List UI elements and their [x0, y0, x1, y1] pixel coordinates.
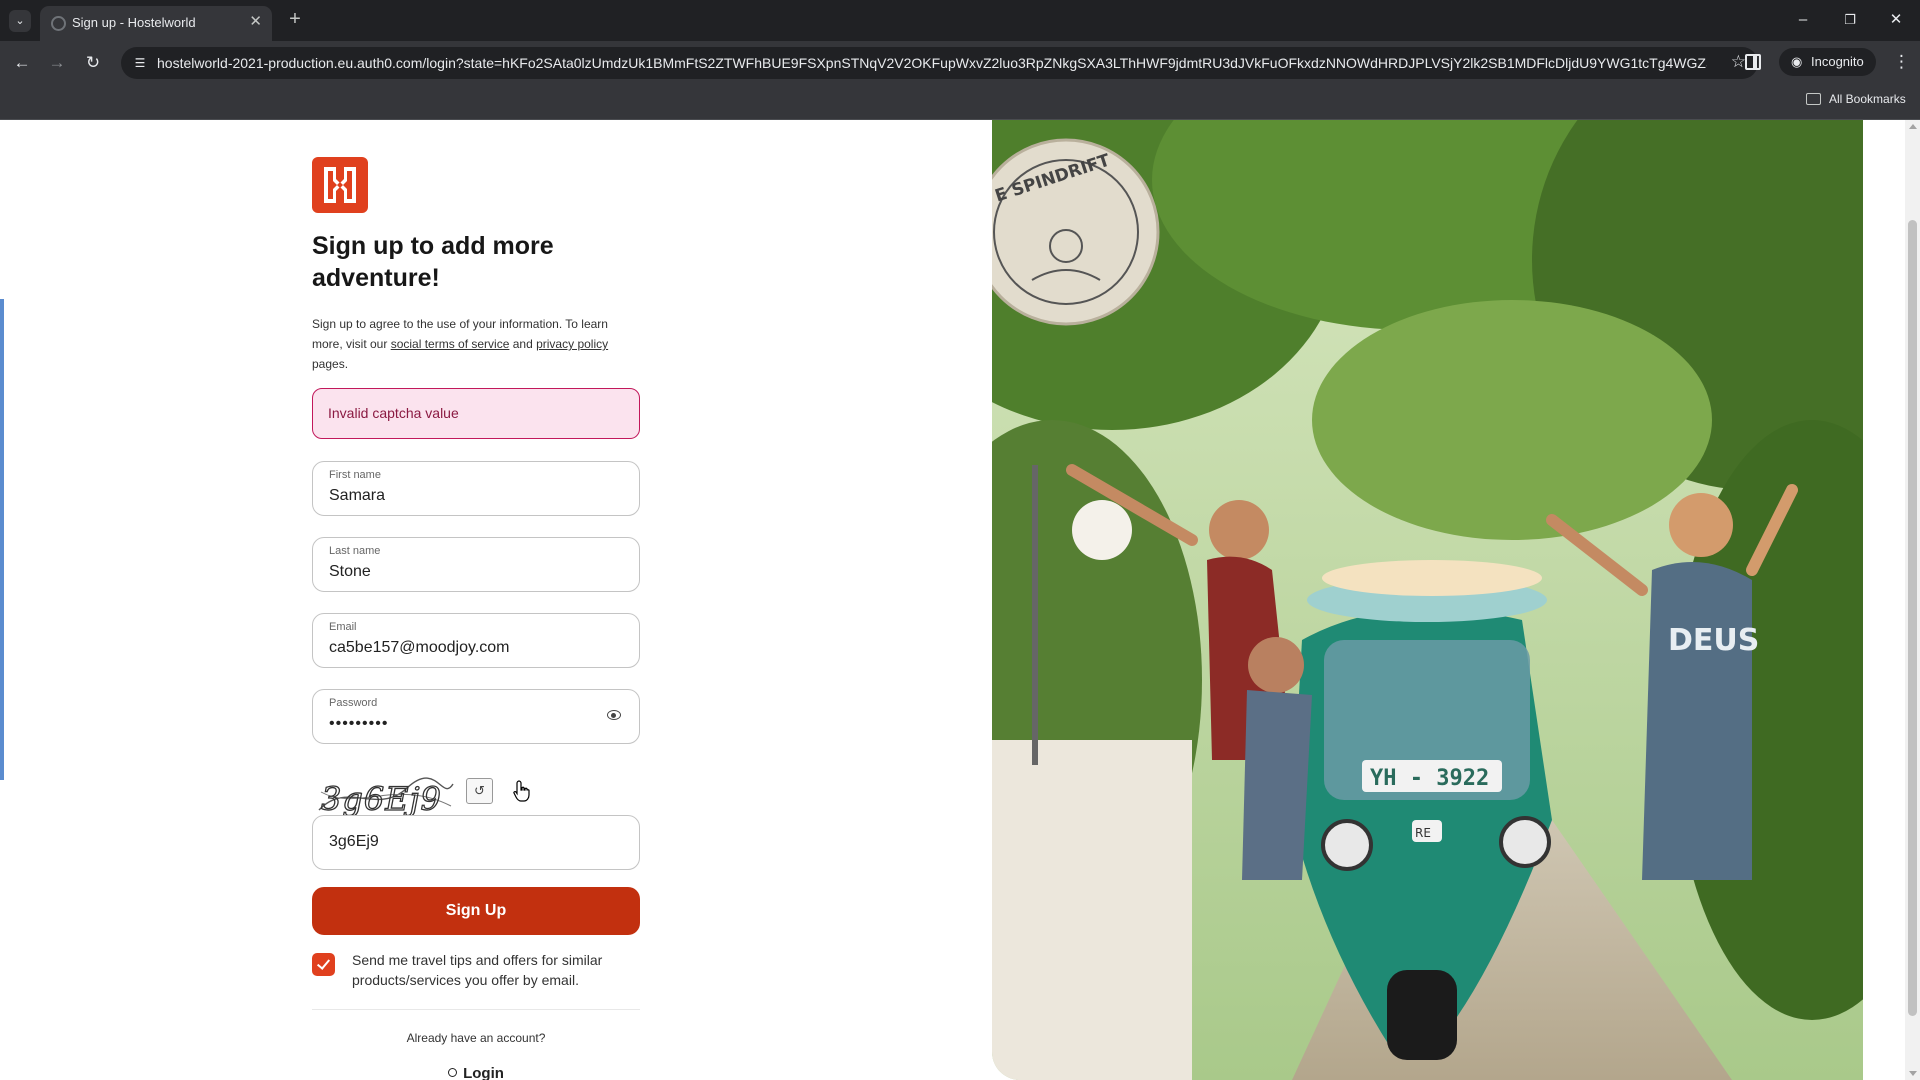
url-text[interactable]: hostelworld-2021-production.eu.auth0.com…: [157, 55, 1707, 71]
last-name-value[interactable]: Stone: [329, 563, 371, 581]
svg-text:YH - 3922: YH - 3922: [1370, 766, 1489, 791]
incognito-icon: ◉: [1791, 54, 1803, 69]
incognito-label: Incognito: [1811, 54, 1864, 69]
first-name-field[interactable]: First name Samara: [312, 461, 640, 516]
legal-middle: and: [509, 337, 537, 351]
divider: [312, 1009, 640, 1010]
bookmark-star-icon[interactable]: ☆: [1731, 52, 1746, 72]
scroll-down-icon[interactable]: [1909, 1071, 1917, 1076]
restore-icon[interactable]: ❐: [1838, 8, 1862, 32]
password-label: Password: [329, 697, 378, 709]
captcha-error-alert: Invalid captcha value: [312, 388, 640, 439]
svg-text:RE: RE: [1415, 826, 1431, 840]
new-tab-icon[interactable]: +: [283, 7, 307, 31]
scroll-up-icon[interactable]: [1909, 124, 1917, 129]
email-value[interactable]: ca5be157@moodjoy.com: [329, 639, 510, 657]
user-icon: [448, 1068, 458, 1077]
last-name-field[interactable]: Last name Stone: [312, 537, 640, 592]
social-terms-link[interactable]: social terms of service: [391, 337, 510, 351]
first-name-value[interactable]: Samara: [329, 487, 385, 505]
marketing-opt-in-label[interactable]: Send me travel tips and offers for simil…: [352, 950, 640, 990]
last-name-label: Last name: [329, 545, 381, 557]
captcha-refresh-icon[interactable]: ↺: [466, 778, 493, 804]
first-name-label: First name: [329, 469, 381, 481]
side-panel-icon[interactable]: [1745, 54, 1761, 70]
folder-icon: [1806, 93, 1821, 105]
marketing-opt-in-checkbox[interactable]: [312, 953, 335, 976]
page-title: Sign up to add more adventure!: [312, 232, 554, 292]
login-label: Login: [463, 1065, 504, 1080]
email-field[interactable]: Email ca5be157@moodjoy.com: [312, 613, 640, 668]
browser-toolbar: ← → ↻ ☰ hostelworld-2021-production.eu.a…: [0, 41, 1920, 84]
site-info-icon[interactable]: ☰: [131, 54, 149, 72]
svg-text:DEUS: DEUS: [1668, 623, 1759, 658]
tab-search-icon[interactable]: ⌄: [9, 10, 31, 32]
minimize-icon[interactable]: –: [1791, 8, 1815, 32]
window-close-icon[interactable]: ✕: [1884, 8, 1908, 32]
tab-favicon-icon: [51, 16, 66, 31]
scrollbar-thumb[interactable]: [1908, 220, 1917, 1016]
password-value[interactable]: •••••••••: [329, 715, 388, 733]
hostelworld-logo: [312, 157, 368, 213]
already-account-text: Already have an account?: [406, 1031, 546, 1045]
browser-menu-icon[interactable]: ⋮: [1893, 50, 1910, 74]
forward-icon[interactable]: →: [44, 50, 70, 76]
hand-cursor-icon: [513, 780, 530, 802]
password-field[interactable]: Password •••••••••: [312, 689, 640, 744]
bookmarks-bar: [0, 84, 1920, 120]
captcha-text: 3g6Ej9: [321, 780, 442, 818]
hero-image: E SPINDRIFT YH - 3922 RE DEUS: [992, 120, 1863, 1080]
tab-close-icon[interactable]: ✕: [249, 14, 262, 30]
page-content: Sign up to add more adventure! Sign up t…: [0, 120, 1920, 1080]
legal-notice: Sign up to agree to the use of your info…: [312, 314, 640, 374]
captcha-input-value[interactable]: 3g6Ej9: [329, 833, 379, 851]
show-password-icon[interactable]: [607, 710, 621, 720]
email-label: Email: [329, 621, 357, 633]
incognito-badge[interactable]: ◉ Incognito: [1779, 48, 1876, 76]
legal-suffix: pages.: [312, 357, 349, 371]
sign-up-button[interactable]: Sign Up: [312, 887, 640, 935]
all-bookmarks-link[interactable]: All Bookmarks: [1829, 92, 1906, 106]
page-scrollbar[interactable]: [1905, 120, 1920, 1080]
browser-tab-strip: ⌄ Sign up - Hostelworld ✕ + – ❐ ✕: [0, 0, 1920, 41]
browser-tab[interactable]: Sign up - Hostelworld ✕: [40, 6, 272, 41]
login-link[interactable]: Login: [312, 1065, 640, 1080]
privacy-policy-link[interactable]: privacy policy: [536, 337, 608, 351]
address-bar[interactable]: ☰ hostelworld-2021-production.eu.auth0.c…: [121, 47, 1758, 79]
back-icon[interactable]: ←: [9, 50, 35, 76]
left-accent-bar: [0, 299, 4, 780]
tab-title: Sign up - Hostelworld: [72, 15, 196, 30]
captcha-input[interactable]: 3g6Ej9: [312, 815, 640, 870]
reload-icon[interactable]: ↻: [80, 50, 106, 76]
